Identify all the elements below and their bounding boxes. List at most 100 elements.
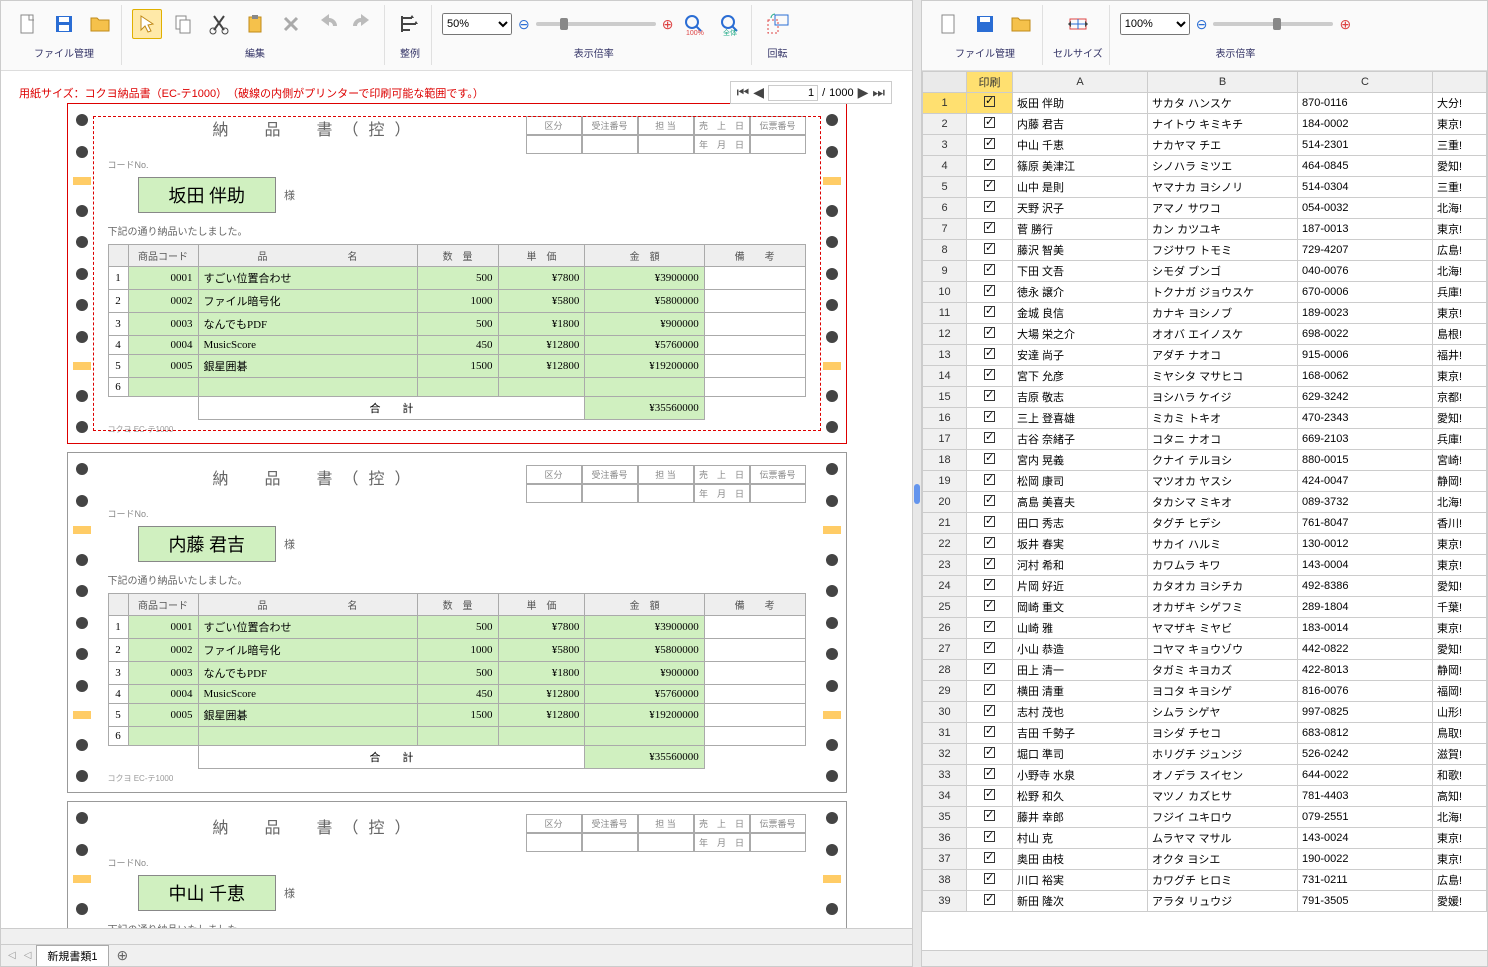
item-code[interactable]: 0003	[128, 662, 198, 685]
cell-pref[interactable]: 高知!	[1432, 786, 1486, 807]
row-header[interactable]: 1	[923, 93, 967, 114]
cell-kana[interactable]: アダチ ナオコ	[1148, 345, 1298, 366]
cell-name[interactable]: 中山 千恵	[1013, 135, 1148, 156]
cell-kana[interactable]: ホリグチ ジュンジ	[1148, 744, 1298, 765]
item-qty[interactable]: 1000	[417, 290, 498, 313]
item-note[interactable]	[704, 313, 805, 336]
cell-kana[interactable]: オカザキ シゲフミ	[1148, 597, 1298, 618]
item-name[interactable]: すごい位置合わせ	[198, 267, 417, 290]
cell-kana[interactable]: ナカヤマ チエ	[1148, 135, 1298, 156]
cell-kana[interactable]: アマノ サワコ	[1148, 198, 1298, 219]
print-checkbox-cell[interactable]	[967, 849, 1013, 870]
cell-code[interactable]: 816-0076	[1297, 681, 1432, 702]
cell-kana[interactable]: コヤマ キョウゾウ	[1148, 639, 1298, 660]
cell-name[interactable]: 天野 沢子	[1013, 198, 1148, 219]
cell-pref[interactable]: 北海!	[1432, 492, 1486, 513]
item-qty[interactable]: 500	[417, 267, 498, 290]
print-checkbox-cell[interactable]	[967, 156, 1013, 177]
cell-kana[interactable]: トクナガ ジョウスケ	[1148, 282, 1298, 303]
cut-button[interactable]	[204, 9, 234, 39]
cell-code[interactable]: 130-0012	[1297, 534, 1432, 555]
print-checkbox-cell[interactable]	[967, 597, 1013, 618]
cell-code[interactable]: 781-4403	[1297, 786, 1432, 807]
pager-first-icon[interactable]: ⏮	[737, 84, 750, 101]
item-unit[interactable]: ¥12800	[498, 704, 585, 727]
cell-name[interactable]: 内藤 君吉	[1013, 114, 1148, 135]
cell-pref[interactable]: 宮崎!	[1432, 450, 1486, 471]
zoom-select[interactable]: 50%	[442, 13, 512, 35]
cell-code[interactable]: 190-0022	[1297, 849, 1432, 870]
cell-name[interactable]: 堀口 準司	[1013, 744, 1148, 765]
grid-wrap[interactable]: 印刷 A B C 1 坂田 伴助 サカタ ハンスケ 870-0116 大分!2 …	[922, 71, 1487, 950]
pager-last-icon[interactable]: ⏭	[872, 84, 885, 101]
row-header[interactable]: 19	[923, 471, 967, 492]
row-header[interactable]: 21	[923, 513, 967, 534]
cell-code[interactable]: 184-0002	[1297, 114, 1432, 135]
row-header[interactable]: 2	[923, 114, 967, 135]
undo-button[interactable]	[312, 9, 342, 39]
r-new-button[interactable]	[934, 9, 964, 39]
cell-kana[interactable]: タカシマ ミキオ	[1148, 492, 1298, 513]
print-checkbox-cell[interactable]	[967, 492, 1013, 513]
cell-name[interactable]: 藤井 幸郎	[1013, 807, 1148, 828]
col-d-header[interactable]	[1432, 72, 1486, 93]
row-header[interactable]: 6	[923, 198, 967, 219]
cell-code[interactable]: 669-2103	[1297, 429, 1432, 450]
cell-pref[interactable]: 静岡!	[1432, 471, 1486, 492]
cell-pref[interactable]: 静岡!	[1432, 660, 1486, 681]
align-button[interactable]	[395, 9, 425, 39]
cell-code[interactable]: 492-8386	[1297, 576, 1432, 597]
cell-kana[interactable]: オノデラ スイセン	[1148, 765, 1298, 786]
cell-pref[interactable]: 愛媛!	[1432, 891, 1486, 912]
item-qty[interactable]	[417, 727, 498, 746]
item-name[interactable]	[198, 727, 417, 746]
cell-kana[interactable]: サカタ ハンスケ	[1148, 93, 1298, 114]
cell-code[interactable]: 629-3242	[1297, 387, 1432, 408]
item-amt[interactable]: ¥19200000	[585, 704, 704, 727]
print-checkbox-cell[interactable]	[967, 429, 1013, 450]
item-note[interactable]	[704, 355, 805, 378]
row-header[interactable]: 13	[923, 345, 967, 366]
row-header[interactable]: 17	[923, 429, 967, 450]
cell-code[interactable]: 514-2301	[1297, 135, 1432, 156]
row-header[interactable]: 35	[923, 807, 967, 828]
row-header[interactable]: 5	[923, 177, 967, 198]
item-note[interactable]	[704, 378, 805, 397]
cell-code[interactable]: 698-0022	[1297, 324, 1432, 345]
item-name[interactable]: ファイル暗号化	[198, 290, 417, 313]
cell-name[interactable]: 松野 和久	[1013, 786, 1148, 807]
cell-kana[interactable]: ヨシダ チセコ	[1148, 723, 1298, 744]
row-header[interactable]: 12	[923, 324, 967, 345]
print-checkbox-cell[interactable]	[967, 891, 1013, 912]
cell-code[interactable]: 470-2343	[1297, 408, 1432, 429]
item-name[interactable]: なんでもPDF	[198, 313, 417, 336]
item-unit[interactable]: ¥1800	[498, 313, 585, 336]
cell-pref[interactable]: 北海!	[1432, 807, 1486, 828]
col-b-header[interactable]: B	[1148, 72, 1298, 93]
customer-name[interactable]: 中山 千恵	[138, 875, 277, 911]
cell-kana[interactable]: オオバ エイノスケ	[1148, 324, 1298, 345]
item-name[interactable]: ファイル暗号化	[198, 639, 417, 662]
cell-pref[interactable]: 広島!	[1432, 240, 1486, 261]
r-zoom-slider[interactable]	[1213, 22, 1333, 26]
cell-kana[interactable]: カン カツユキ	[1148, 219, 1298, 240]
cell-name[interactable]: 下田 文吾	[1013, 261, 1148, 282]
customer-name[interactable]: 内藤 君吉	[138, 526, 277, 562]
cell-code[interactable]: 143-0024	[1297, 828, 1432, 849]
cell-code[interactable]: 189-0023	[1297, 303, 1432, 324]
cell-name[interactable]: 岡崎 重文	[1013, 597, 1148, 618]
zoom-in-icon[interactable]: ⊕	[662, 16, 674, 33]
save-button[interactable]	[49, 9, 79, 39]
cell-code[interactable]: 997-0825	[1297, 702, 1432, 723]
print-checkbox-cell[interactable]	[967, 702, 1013, 723]
row-header[interactable]: 18	[923, 450, 967, 471]
cell-kana[interactable]: シモダ ブンゴ	[1148, 261, 1298, 282]
item-unit[interactable]: ¥1800	[498, 662, 585, 685]
row-header[interactable]: 28	[923, 660, 967, 681]
cell-name[interactable]: 河村 希和	[1013, 555, 1148, 576]
cell-name[interactable]: 新田 隆次	[1013, 891, 1148, 912]
cell-code[interactable]: 526-0242	[1297, 744, 1432, 765]
cell-kana[interactable]: カタオカ ヨシチカ	[1148, 576, 1298, 597]
item-qty[interactable]: 500	[417, 662, 498, 685]
cell-name[interactable]: 篠原 美津江	[1013, 156, 1148, 177]
